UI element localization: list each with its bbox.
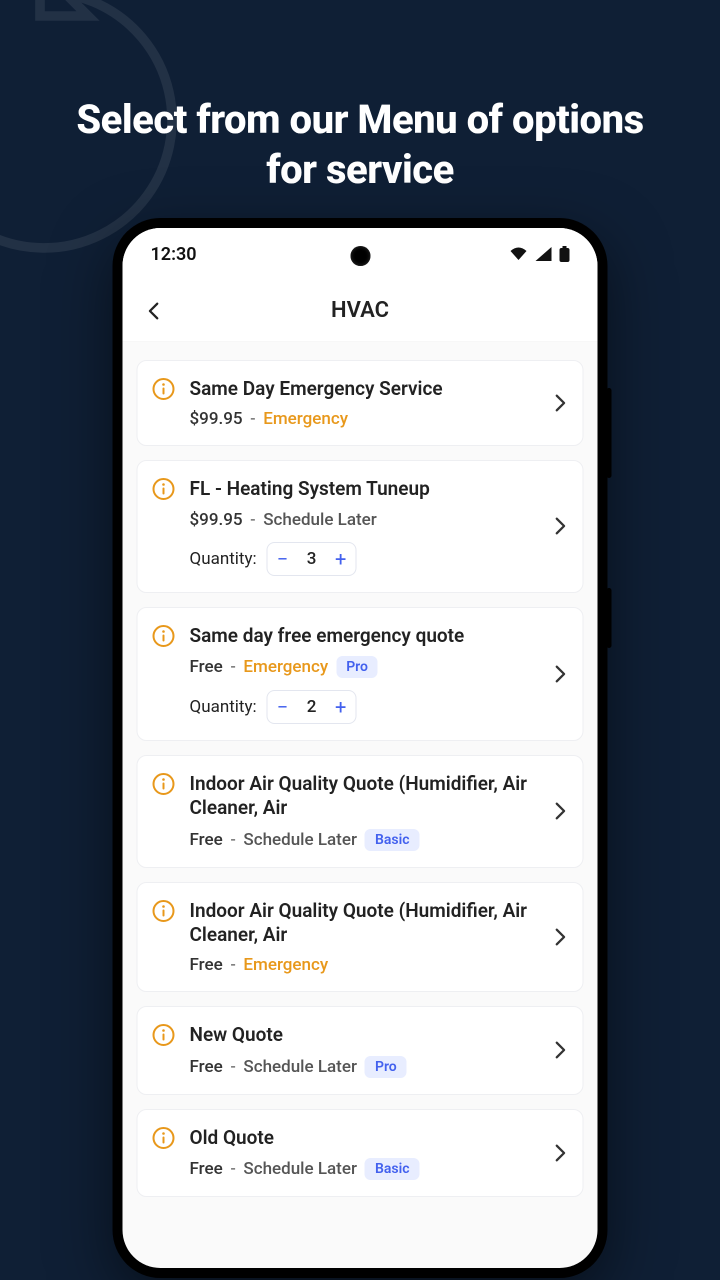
service-schedule: Schedule Later [243,1159,357,1179]
quantity-row: Quantity: − 3 + [190,542,539,576]
chevron-right-icon [549,663,571,685]
phone-side-button [607,588,612,648]
page-headline: Select from our Menu of options for serv… [0,95,720,195]
info-icon[interactable] [152,377,176,401]
service-meta: Free - Schedule Later Basic [190,829,539,851]
service-badge: Pro [336,656,378,678]
chevron-right-icon [549,515,571,537]
separator: - [231,830,236,850]
service-meta: $99.95 - Schedule Later [190,510,539,530]
quantity-decrease[interactable]: − [268,691,298,723]
quantity-label: Quantity: [190,549,257,569]
quantity-value: 2 [298,697,326,717]
app-bar: HVAC [123,280,598,342]
separator: - [231,955,236,975]
service-schedule: Emergency [243,657,328,677]
chevron-right-icon [549,1039,571,1061]
status-time: 12:30 [151,244,197,265]
service-price: Free [190,1159,223,1179]
service-schedule: Emergency [243,955,328,975]
battery-icon [560,246,570,262]
service-title: Indoor Air Quality Quote (Humidifier, Ai… [190,772,539,821]
service-badge: Basic [365,829,420,851]
quantity-row: Quantity: − 2 + [190,690,539,724]
cell-signal-icon [536,247,552,261]
service-list: Same Day Emergency Service $99.95 - Emer… [123,342,598,1197]
service-meta: Free - Schedule Later Basic [190,1158,539,1180]
service-card[interactable]: New Quote Free - Schedule Later Pro [137,1006,584,1094]
chevron-left-icon [144,300,166,322]
info-icon[interactable] [152,772,176,796]
page-title: HVAC [331,298,389,323]
service-card[interactable]: Same day free emergency quote Free - Eme… [137,607,584,741]
service-meta: $99.95 - Emergency [190,409,539,429]
chevron-right-icon [549,392,571,414]
chevron-right-icon [549,800,571,822]
camera-hole [350,246,370,266]
service-meta: Free - Emergency Pro [190,656,539,678]
quantity-decrease[interactable]: − [268,543,298,575]
service-card[interactable]: Old Quote Free - Schedule Later Basic [137,1109,584,1197]
separator: - [251,510,256,530]
separator: - [231,1159,236,1179]
service-schedule: Emergency [263,409,348,429]
info-icon[interactable] [152,899,176,923]
service-price: Free [190,830,223,850]
chevron-right-icon [549,926,571,948]
service-schedule: Schedule Later [243,1057,357,1077]
service-price: Free [190,657,223,677]
service-title: Same Day Emergency Service [190,377,539,401]
service-price: $99.95 [190,510,243,530]
quantity-label: Quantity: [190,697,257,717]
service-card[interactable]: Same Day Emergency Service $99.95 - Emer… [137,360,584,446]
separator: - [251,409,256,429]
service-card[interactable]: Indoor Air Quality Quote (Humidifier, Ai… [137,882,584,993]
service-title: Same day free emergency quote [190,624,539,648]
service-price: Free [190,955,223,975]
phone-screen: 12:30 HVAC Same Day [123,228,598,1268]
info-icon[interactable] [152,624,176,648]
separator: - [231,1057,236,1077]
service-meta: Free - Emergency [190,955,539,975]
separator: - [231,657,236,677]
info-icon[interactable] [152,477,176,501]
service-price: Free [190,1057,223,1077]
info-icon[interactable] [152,1126,176,1150]
info-icon[interactable] [152,1023,176,1047]
quantity-increase[interactable]: + [326,543,356,575]
phone-frame: 12:30 HVAC Same Day [113,218,608,1278]
service-price: $99.95 [190,409,243,429]
service-card[interactable]: Indoor Air Quality Quote (Humidifier, Ai… [137,755,584,868]
service-title: Indoor Air Quality Quote (Humidifier, Ai… [190,899,539,948]
service-meta: Free - Schedule Later Pro [190,1056,539,1078]
service-title: FL - Heating System Tuneup [190,477,539,501]
quantity-stepper: − 2 + [267,690,357,724]
service-title: New Quote [190,1023,539,1047]
service-schedule: Schedule Later [263,510,377,530]
quantity-stepper: − 3 + [267,542,357,576]
service-card[interactable]: FL - Heating System Tuneup $99.95 - Sche… [137,460,584,592]
service-badge: Pro [365,1056,407,1078]
quantity-value: 3 [298,549,326,569]
service-schedule: Schedule Later [243,830,357,850]
back-button[interactable] [137,293,173,329]
service-title: Old Quote [190,1126,539,1150]
quantity-increase[interactable]: + [326,691,356,723]
service-badge: Basic [365,1158,420,1180]
wifi-icon [510,247,528,261]
phone-side-button [607,388,612,478]
chevron-right-icon [549,1142,571,1164]
